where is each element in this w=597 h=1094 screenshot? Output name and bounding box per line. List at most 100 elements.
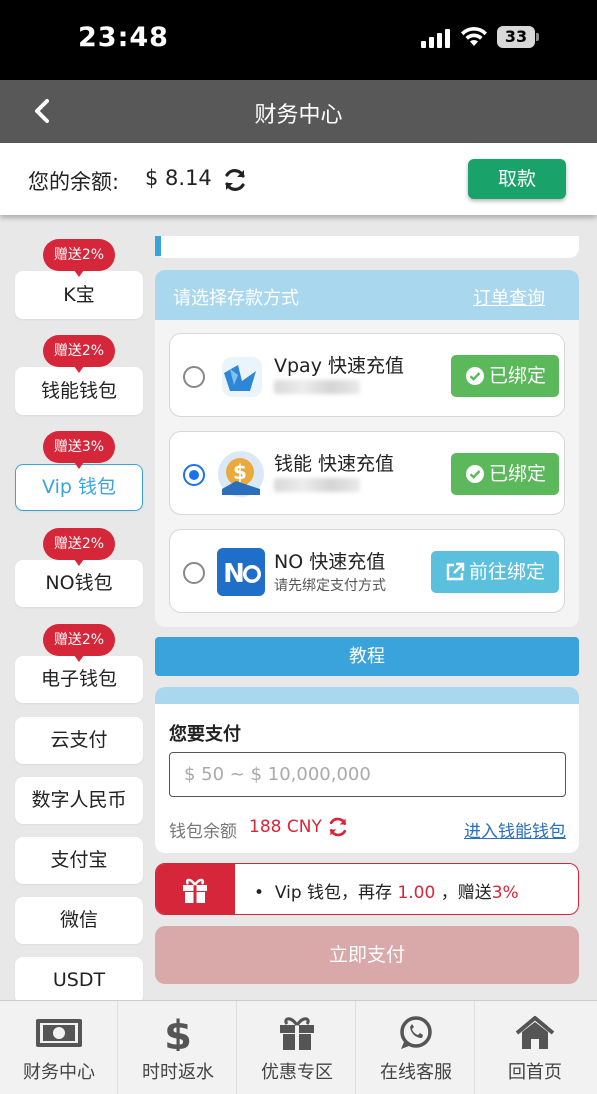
deposit-method-label: 请选择存款方式 xyxy=(173,288,299,309)
deposit-method-header: 请选择存款方式 订单查询 xyxy=(155,270,579,320)
bonus-percent: 3% xyxy=(491,883,519,903)
no-wallet-logo-icon: N xyxy=(217,548,265,596)
payment-card: 您要支付 钱包余额 188 CNY 进入钱能钱包 xyxy=(155,687,579,853)
qianneng-logo-icon: $ xyxy=(218,451,264,497)
status-time: 23:48 xyxy=(78,22,169,53)
bound-button[interactable]: 已绑定 xyxy=(451,355,559,397)
cash-icon xyxy=(36,1019,82,1047)
withdraw-button[interactable]: 取款 xyxy=(468,159,566,199)
menu-item-label: Vip 钱包 xyxy=(42,476,116,498)
menu-item-qianneng-wallet[interactable]: 钱能钱包 xyxy=(15,367,143,415)
svg-text:N: N xyxy=(223,559,245,589)
tab-rebate[interactable]: $ 时时返水 xyxy=(119,1001,237,1094)
menu-item-cloud-pay[interactable]: 云支付 xyxy=(15,717,143,764)
menu-item-label: 微信 xyxy=(59,909,98,931)
bonus-notice: • Vip 钱包，再存 1.00 ，赠送3% xyxy=(155,863,579,915)
app-header: 财务中心 xyxy=(0,80,597,143)
menu-item-label: NO钱包 xyxy=(45,572,113,594)
option-name: 钱能 快速充值 xyxy=(274,453,395,475)
pay-now-button[interactable]: 立即支付 xyxy=(155,926,579,984)
wallet-refresh-icon[interactable] xyxy=(327,816,349,838)
tab-finance-center[interactable]: 财务中心 xyxy=(0,1001,118,1094)
tab-promotions[interactable]: 优惠专区 xyxy=(238,1001,356,1094)
gift-icon xyxy=(183,878,207,903)
payment-label: 您要支付 xyxy=(169,724,241,745)
promo-badge: 赠送2% xyxy=(43,528,115,566)
radio-button[interactable] xyxy=(183,562,205,584)
menu-item-no-wallet[interactable]: NO钱包 xyxy=(15,560,143,607)
bonus-prefix: Vip 钱包，再存 xyxy=(274,883,393,903)
vpay-logo-icon xyxy=(222,357,262,397)
deposit-method-card: 请选择存款方式 订单查询 Vpay 快速充值 已绑定 $ 钱能 快速充值 已绑定… xyxy=(155,270,579,627)
bound-button-label: 已绑定 xyxy=(489,365,547,387)
home-icon xyxy=(515,1016,555,1049)
tab-label: 时时返水 xyxy=(142,1062,214,1083)
bonus-bullet: • xyxy=(254,883,265,903)
cellular-signal-icon xyxy=(421,28,451,48)
amount-input[interactable] xyxy=(169,752,566,797)
menu-item-label: 电子钱包 xyxy=(40,668,117,690)
deposit-option-vpay[interactable]: Vpay 快速充值 已绑定 xyxy=(169,333,565,417)
menu-item-wechat[interactable]: 微信 xyxy=(15,897,143,944)
promo-badge: 赠送2% xyxy=(43,239,115,277)
go-bind-button-label: 前往绑定 xyxy=(469,561,546,583)
menu-item-label: K宝 xyxy=(63,284,95,306)
bonus-amount: 1.00 xyxy=(397,883,436,903)
status-bar: 23:48 33 xyxy=(0,0,597,80)
deposit-option-no[interactable]: N NO 快速充值 请先绑定支付方式 前往绑定 xyxy=(169,529,565,613)
menu-item-label: 云支付 xyxy=(50,729,108,751)
bound-button[interactable]: 已绑定 xyxy=(451,453,559,495)
masked-account xyxy=(274,380,360,394)
wifi-icon xyxy=(461,26,487,46)
promo-badge: 赠送3% xyxy=(43,431,115,469)
menu-item-e-wallet[interactable]: 电子钱包 xyxy=(15,656,143,703)
menu-item-digital-rmb[interactable]: 数字人民币 xyxy=(15,777,143,824)
menu-item-usdt[interactable]: USDT xyxy=(15,957,143,1004)
enter-wallet-link[interactable]: 进入钱能钱包 xyxy=(464,817,566,842)
tutorial-button[interactable]: 教程 xyxy=(155,637,579,676)
dollar-icon: $ xyxy=(164,1015,192,1051)
bonus-middle: ，赠送 xyxy=(440,883,492,903)
masked-account xyxy=(274,478,360,492)
check-circle-icon xyxy=(466,465,484,483)
tab-customer-service[interactable]: 在线客服 xyxy=(357,1001,475,1094)
option-name: Vpay 快速充值 xyxy=(274,355,404,377)
option-name: NO 快速充值 xyxy=(274,551,386,573)
whatsapp-icon xyxy=(400,1016,432,1049)
svg-text:$: $ xyxy=(233,460,247,484)
external-link-icon xyxy=(446,562,465,581)
bonus-icon-wrap xyxy=(156,864,235,914)
tab-label: 财务中心 xyxy=(23,1062,95,1083)
menu-item-label: USDT xyxy=(52,969,106,991)
wallet-balance-label: 钱包余额 xyxy=(169,822,237,842)
tab-label: 在线客服 xyxy=(380,1062,452,1083)
menu-item-vip-wallet[interactable]: Vip 钱包 xyxy=(15,464,143,511)
page-title: 财务中心 xyxy=(254,103,343,128)
menu-item-label: 数字人民币 xyxy=(31,789,127,811)
refresh-icon[interactable] xyxy=(222,167,248,193)
menu-item-label: 支付宝 xyxy=(50,849,108,871)
balance-amount: $ 8.14 xyxy=(145,166,212,190)
tab-label: 优惠专区 xyxy=(261,1062,333,1083)
menu-item-label: 钱能钱包 xyxy=(40,380,117,402)
battery-tip xyxy=(536,33,539,41)
promo-badge: 赠送2% xyxy=(43,624,115,662)
radio-button[interactable] xyxy=(183,366,205,388)
tab-home[interactable]: 回首页 xyxy=(476,1001,594,1094)
go-bind-button[interactable]: 前往绑定 xyxy=(431,551,559,593)
wallet-balance-amount: 188 CNY xyxy=(249,817,322,837)
radio-button-selected[interactable] xyxy=(183,464,205,486)
menu-item-alipay[interactable]: 支付宝 xyxy=(15,837,143,884)
deposit-option-qianneng[interactable]: $ 钱能 快速充值 已绑定 xyxy=(169,431,565,515)
menu-item-kbao[interactable]: K宝 xyxy=(15,271,143,319)
balance-label: 您的余额: xyxy=(28,170,120,194)
tab-label: 回首页 xyxy=(508,1062,562,1083)
order-query-link[interactable]: 订单查询 xyxy=(473,284,545,310)
option-subtitle: 请先绑定支付方式 xyxy=(274,578,386,594)
bonus-text: • Vip 钱包，再存 1.00 ，赠送3% xyxy=(254,878,519,903)
check-circle-icon xyxy=(466,367,484,385)
payment-card-header xyxy=(155,687,579,704)
gift-icon xyxy=(280,1017,314,1050)
bound-button-label: 已绑定 xyxy=(489,463,547,485)
bottom-tab-bar: 财务中心 $ 时时返水 优惠专区 在线客服 回首页 xyxy=(0,1000,597,1094)
